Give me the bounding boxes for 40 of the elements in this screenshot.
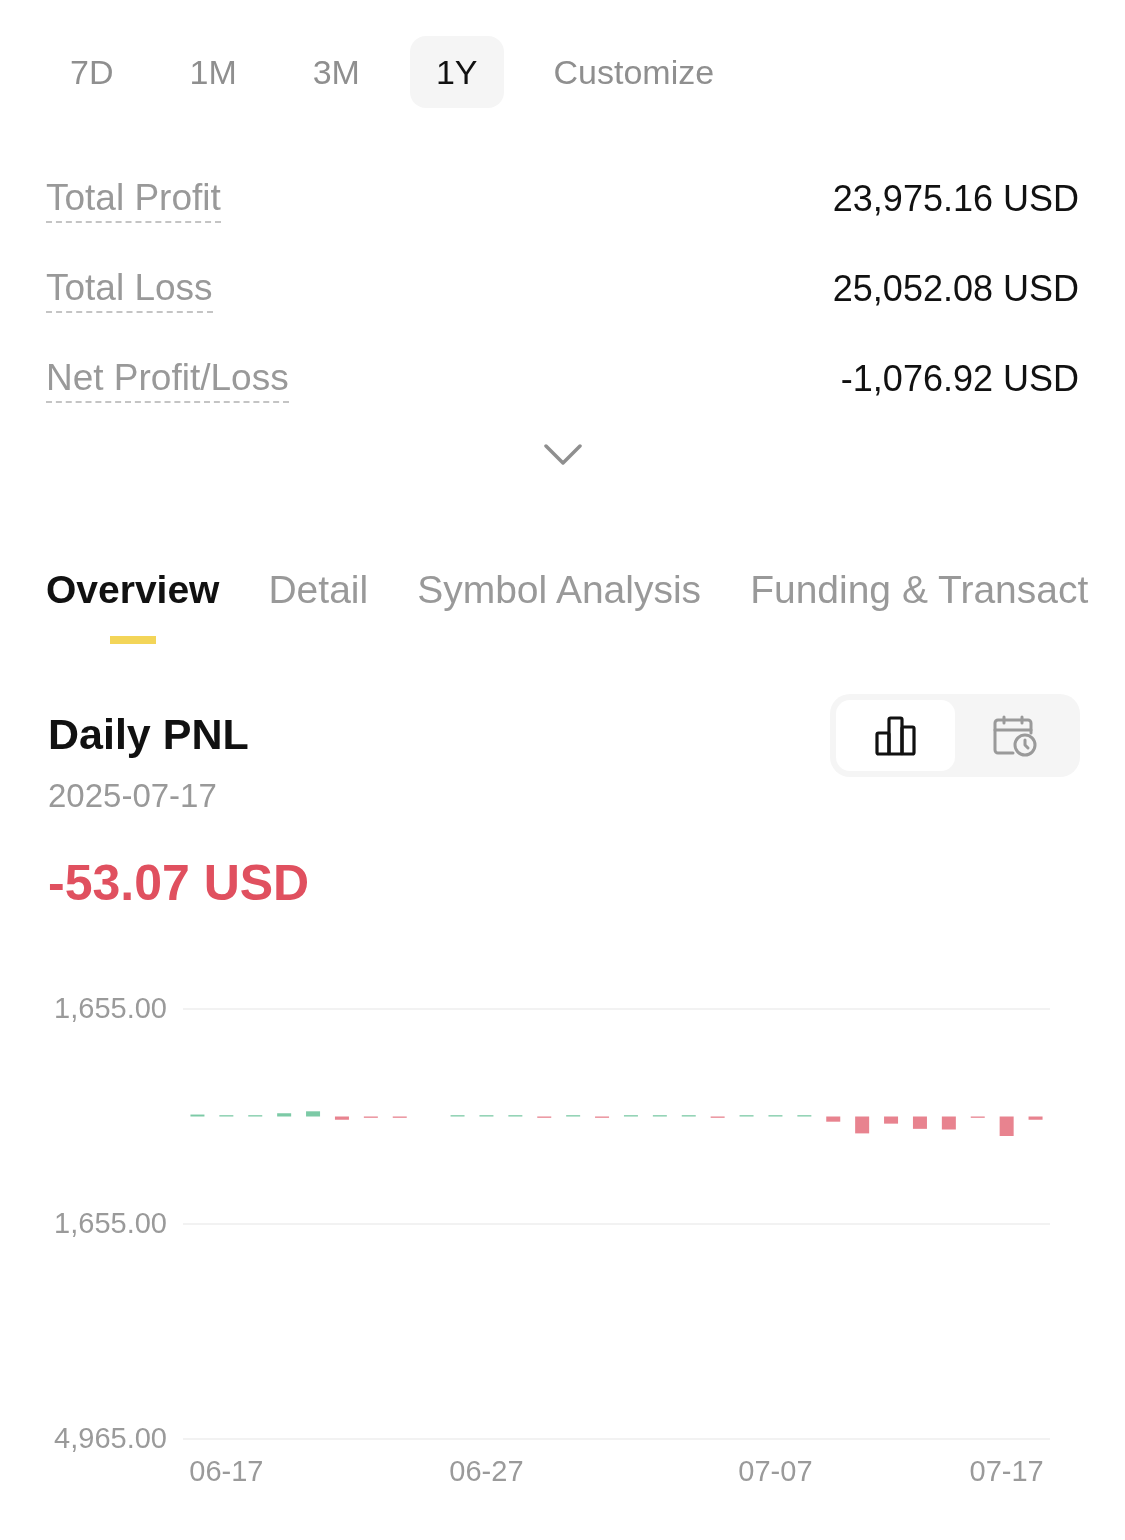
y-axis-label: 1,655.00 xyxy=(54,992,167,1024)
x-axis-label: 06-27 xyxy=(449,1455,524,1487)
pnl-bar xyxy=(306,1111,321,1117)
pnl-bar xyxy=(941,1116,956,1130)
range-tab[interactable]: 1M xyxy=(163,36,263,108)
section-tab[interactable]: Overview xyxy=(46,564,220,644)
pnl-bar xyxy=(999,1116,1014,1136)
y-axis-label: 4,965.00 xyxy=(54,1422,167,1454)
summary-label[interactable]: Total Loss xyxy=(46,265,213,313)
x-axis-label: 07-17 xyxy=(969,1455,1044,1487)
range-tab[interactable]: 7D xyxy=(44,36,140,108)
pnl-bar xyxy=(826,1116,841,1122)
y-axis-label: 1,655.00 xyxy=(54,1207,167,1239)
pnl-bar xyxy=(855,1116,870,1134)
x-axis-label: 06-17 xyxy=(189,1455,264,1487)
section-title: Daily PNL xyxy=(48,709,250,760)
range-tab[interactable]: 3M xyxy=(286,36,386,108)
x-axis-label: 07-07 xyxy=(738,1455,813,1487)
bar-chart-icon xyxy=(874,715,917,756)
view-toggle-option[interactable] xyxy=(836,700,955,771)
calendar-clock-icon xyxy=(992,714,1037,757)
chevron-down-icon[interactable] xyxy=(543,444,582,466)
summary-label[interactable]: Net Profit/Loss xyxy=(46,355,289,403)
section-tab[interactable]: Funding & Transact xyxy=(750,564,1089,644)
summary-label[interactable]: Total Profit xyxy=(46,175,221,223)
pnl-bar xyxy=(334,1116,349,1120)
range-tab[interactable]: Customize xyxy=(527,36,741,108)
pnl-bar xyxy=(277,1113,292,1117)
summary-value: -1,076.92 USD xyxy=(840,357,1079,401)
pnl-bar xyxy=(190,1114,205,1117)
pnl-bar xyxy=(884,1116,899,1124)
pnl-bar xyxy=(912,1116,927,1129)
pnl-bar xyxy=(1028,1116,1043,1120)
summary-value: 25,052.08 USD xyxy=(832,267,1079,311)
section-tab[interactable]: Detail xyxy=(268,564,369,644)
section-tab[interactable]: Symbol Analysis xyxy=(417,564,702,644)
range-tab[interactable]: 1Y xyxy=(409,36,504,108)
selected-date: 2025-07-17 xyxy=(48,776,218,816)
daily-pnl-amount: -53.07 USD xyxy=(48,854,310,913)
summary-value: 23,975.16 USD xyxy=(832,177,1079,221)
